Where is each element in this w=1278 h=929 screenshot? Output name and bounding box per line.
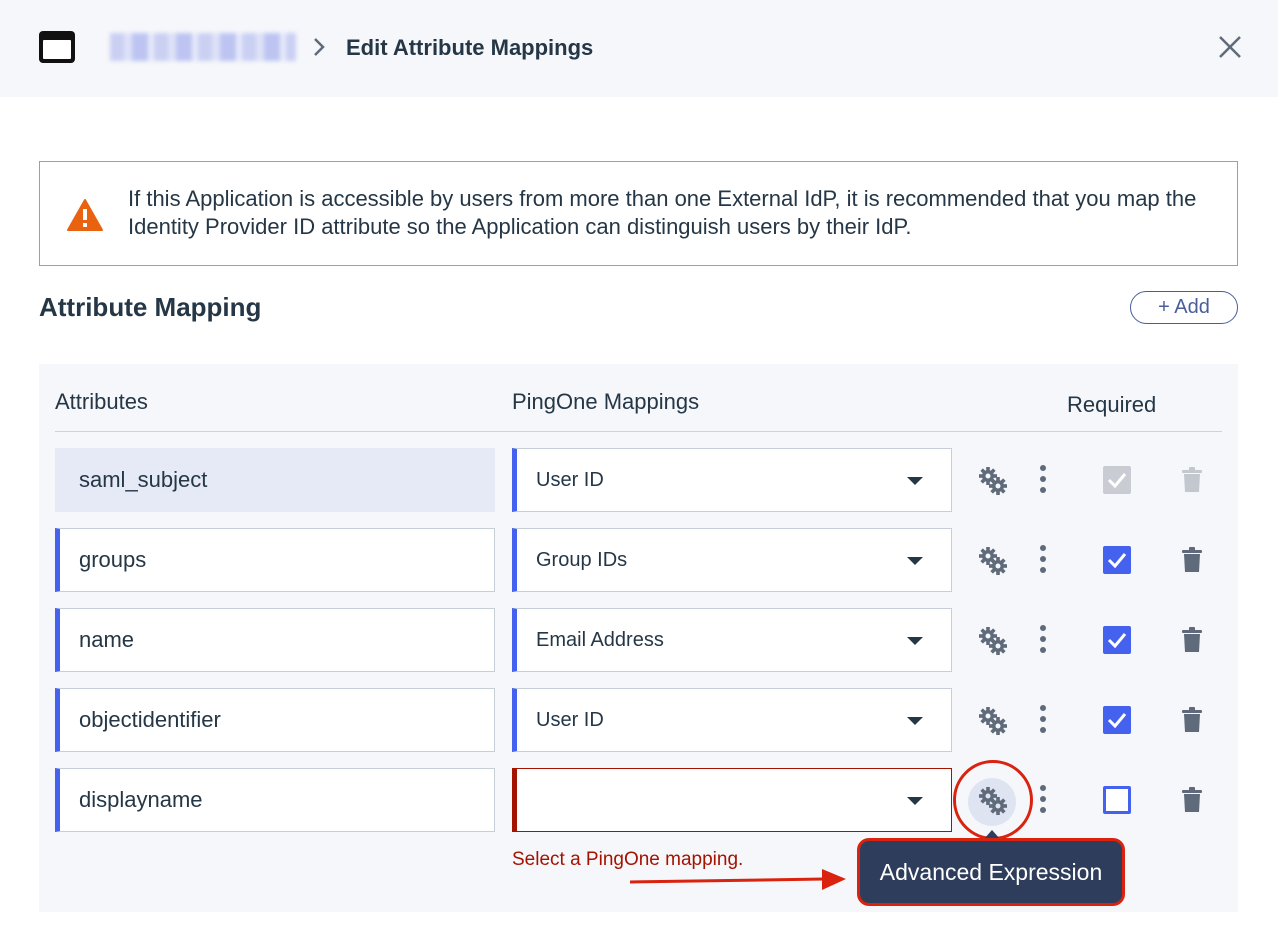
mapping-select[interactable]: Group IDs [512,528,952,592]
mapping-select[interactable]: Email Address [512,608,952,672]
modal-header: Edit Attribute Mappings [0,0,1278,97]
trash-icon[interactable] [1181,787,1203,813]
required-checkbox[interactable] [1103,706,1131,734]
caret-down-icon [907,637,923,645]
required-checkbox [1103,466,1131,494]
add-button[interactable]: + Add [1130,291,1238,324]
attribute-field[interactable]: name [55,608,495,672]
mapping-select-value: User ID [536,709,604,731]
required-checkbox[interactable] [1103,786,1131,814]
column-header-required: Required [1067,392,1157,417]
warning-text: If this Application is accessible by use… [128,186,1197,239]
gears-icon[interactable] [977,625,1009,657]
table-row: objectidentifier User ID [39,688,1238,752]
table-row: groups Group IDs [39,528,1238,592]
attribute-field[interactable]: groups [55,528,495,592]
table-row: name Email Address [39,608,1238,672]
close-icon[interactable] [1214,31,1246,63]
more-options-icon[interactable] [1037,545,1049,575]
breadcrumb-app-name-blurred[interactable] [110,33,296,61]
more-options-icon[interactable] [1037,625,1049,655]
annotation-arrow-icon [629,869,846,890]
gears-icon[interactable] [977,465,1009,497]
annotation-circle [953,760,1033,840]
column-header-mappings: PingOne Mappings [512,389,700,414]
section-title: Attribute Mapping [39,292,262,322]
mapping-select[interactable] [512,768,952,832]
caret-down-icon [907,557,923,565]
attribute-field[interactable]: displayname [55,768,495,832]
gears-icon[interactable] [977,545,1009,577]
table-row: displayname [39,760,1238,840]
mapping-table: Attributes PingOne Mappings Required sam… [39,364,1238,912]
header-divider [55,431,1222,432]
attribute-field[interactable]: objectidentifier [55,688,495,752]
advanced-expression-tooltip: Advanced Expression [857,838,1125,906]
mapping-select[interactable]: User ID [512,688,952,752]
page-title: Edit Attribute Mappings [346,35,594,60]
trash-icon [1182,467,1202,492]
mapping-select-value: Group IDs [536,549,628,571]
mapping-select-value: Email Address [536,629,664,651]
caret-down-icon [907,797,923,805]
required-checkbox[interactable] [1103,546,1131,574]
column-header-attributes: Attributes [55,389,148,414]
mapping-select[interactable]: User ID [512,448,952,512]
trash-icon[interactable] [1181,547,1203,573]
attribute-field: saml_subject [55,448,495,512]
trash-icon[interactable] [1181,707,1203,733]
warning-triangle-icon [67,199,103,231]
gears-icon[interactable] [977,705,1009,737]
caret-down-icon [907,477,923,485]
table-row: saml_subject User ID [39,448,1238,512]
more-options-icon[interactable] [1037,785,1049,815]
required-checkbox[interactable] [1103,626,1131,654]
mapping-select-value: User ID [536,469,604,491]
trash-icon[interactable] [1181,627,1203,653]
more-options-icon[interactable] [1037,465,1049,495]
chevron-right-icon [314,38,325,56]
caret-down-icon [907,717,923,725]
app-window-icon [39,31,75,63]
more-options-icon[interactable] [1037,705,1049,735]
warning-banner: If this Application is accessible by use… [39,161,1238,266]
